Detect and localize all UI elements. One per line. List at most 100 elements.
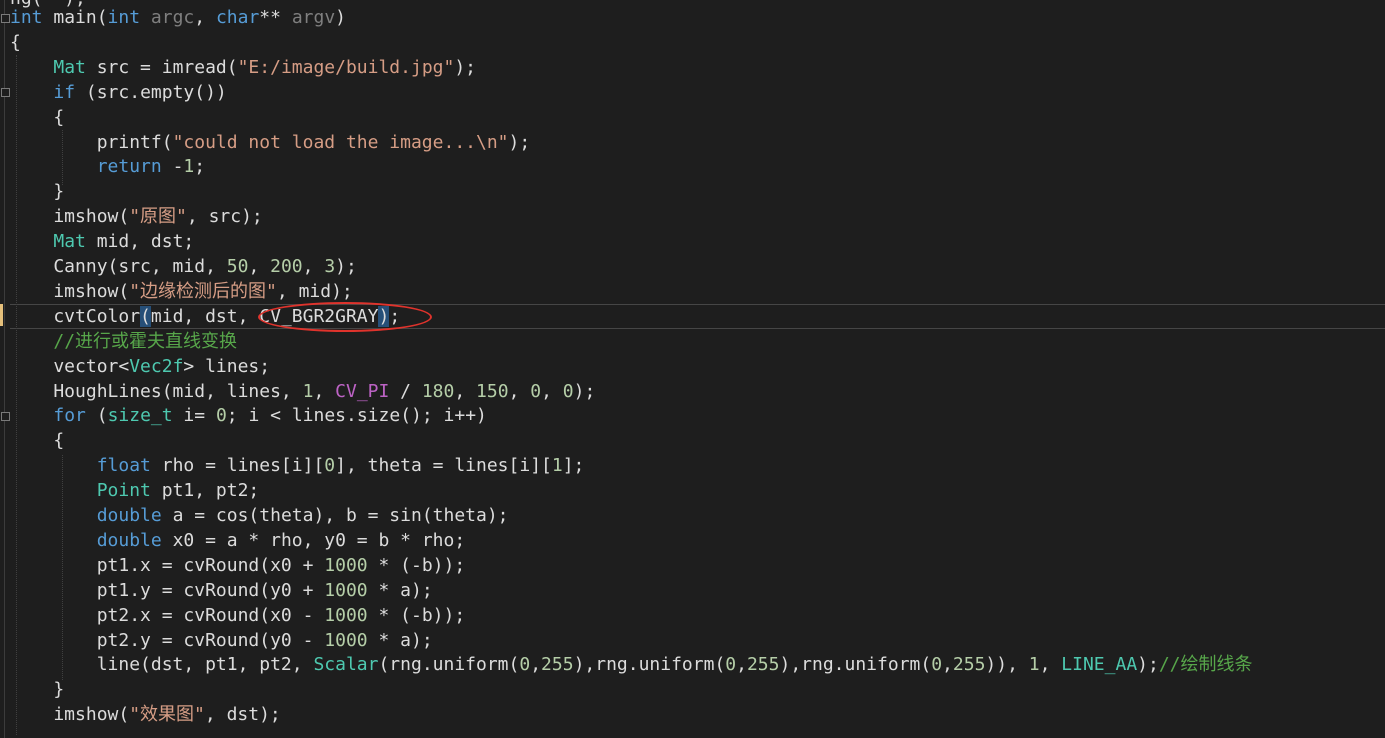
code-token: { <box>10 31 21 53</box>
collapse-marker-main[interactable] <box>1 14 10 23</box>
code-line[interactable]: pt2.x = cvRound(x0 - 1000 * (-b)); <box>10 603 466 628</box>
code-line[interactable]: Mat src = imread("E:/image/build.jpg"); <box>10 55 476 80</box>
code-token: { <box>10 430 65 452</box>
code-token: "效果图" <box>129 704 205 726</box>
code-token: } <box>10 181 65 203</box>
code-token: , <box>313 380 336 402</box>
code-token: (src.empty()) <box>75 81 227 103</box>
code-token: 0 <box>562 380 574 402</box>
code-line[interactable]: Canny(src, mid, 50, 200, 3); <box>10 254 357 279</box>
code-token: ); <box>508 131 531 153</box>
code-token: ( <box>85 405 108 427</box>
code-token: , <box>541 380 563 402</box>
code-token: ),rng.uniform( <box>779 654 932 676</box>
code-token: pt1, pt2; <box>150 480 260 502</box>
code-token: 0 <box>530 380 542 402</box>
code-token: 0 <box>215 405 227 427</box>
code-line[interactable]: printf("could not load the image...\n"); <box>10 130 531 155</box>
code-line[interactable]: pt1.x = cvRound(x0 + 1000 * (-b)); <box>10 553 466 578</box>
code-token: 0 <box>519 654 531 676</box>
code-token: 3 <box>324 256 336 277</box>
collapse-marker-if[interactable] <box>1 88 10 97</box>
code-line[interactable]: return -1; <box>10 154 205 179</box>
code-token: if <box>53 81 76 103</box>
code-token: , <box>1039 654 1062 676</box>
code-token: ]; <box>562 455 585 477</box>
code-token: } <box>10 679 65 701</box>
code-token: //进行或霍夫直线变换 <box>53 330 238 352</box>
code-token: ); <box>454 56 477 78</box>
code-token: argv <box>291 7 336 28</box>
code-token: )), <box>985 654 1029 676</box>
code-token: , <box>736 654 747 676</box>
code-token: , <box>530 654 542 676</box>
code-line[interactable]: pt1.y = cvRound(y0 + 1000 * a); <box>10 578 433 603</box>
code-token: 1000 <box>324 579 368 601</box>
code-line[interactable]: line(dst, pt1, pt2, Scalar(rng.uniform(0… <box>10 652 1253 677</box>
code-line[interactable]: if (src.empty()) <box>10 80 227 105</box>
code-line[interactable]: } <box>10 677 64 702</box>
code-line[interactable]: pt2.y = cvRound(y0 - 1000 * a); <box>10 628 433 653</box>
code-token: int <box>10 7 43 28</box>
code-token: ); <box>335 256 357 277</box>
code-token: 200 <box>270 256 303 277</box>
code-token: , <box>454 380 477 402</box>
code-line[interactable]: double a = cos(theta), b = sin(theta); <box>10 503 509 528</box>
code-token: ),rng.uniform( <box>573 654 726 676</box>
collapse-marker-for[interactable] <box>1 412 10 421</box>
code-token: * a); <box>367 629 433 651</box>
code-token: "E:/image/build.jpg" <box>237 56 455 78</box>
code-line[interactable]: Mat mid, dst; <box>10 229 194 254</box>
indent-guide <box>16 55 17 735</box>
code-line[interactable]: HoughLines(mid, lines, 1, CV_PI / 180, 1… <box>10 379 595 404</box>
outline-bar <box>4 0 5 738</box>
code-text-area[interactable]: ng( ); int main(int argc, char** argv){ … <box>10 0 1385 738</box>
code-line[interactable]: Point pt1, pt2; <box>10 478 260 503</box>
code-line[interactable]: imshow("原图", src); <box>10 204 262 229</box>
code-line[interactable]: float rho = lines[i][0], theta = lines[i… <box>10 453 585 478</box>
editor-gutter <box>0 0 10 738</box>
code-line[interactable]: double x0 = a * rho, y0 = b * rho; <box>10 528 465 553</box>
code-token: vector< <box>10 355 130 377</box>
code-line[interactable]: //进行或霍夫直线变换 <box>10 329 237 354</box>
code-token: ], theta = lines[i][ <box>335 455 552 477</box>
code-token: 1 <box>551 455 563 477</box>
code-line[interactable]: int main(int argc, char** argv) <box>10 5 346 30</box>
code-token: 1000 <box>324 629 368 651</box>
code-token: char <box>215 7 260 28</box>
red-circle-annotation <box>258 302 432 332</box>
code-line[interactable]: for (size_t i= 0; i < lines.size(); i++) <box>10 403 487 428</box>
code-token: a = cos(theta), b = sin(theta); <box>161 505 509 526</box>
code-token: Scalar <box>313 654 379 676</box>
code-token: 1 <box>302 380 314 402</box>
code-token: ; <box>194 156 206 178</box>
code-token: - <box>161 156 184 178</box>
code-token: 1 <box>183 156 195 178</box>
code-line[interactable]: vector<Vec2f> lines; <box>10 354 270 379</box>
code-token: float <box>96 455 151 477</box>
code-token: i= <box>172 405 216 427</box>
code-line[interactable]: } <box>10 179 64 204</box>
code-token: pt1.y = cvRound(y0 + <box>10 579 325 601</box>
code-token: 255 <box>541 654 574 676</box>
code-token: CV_PI <box>335 380 390 402</box>
code-line[interactable]: imshow("边缘检测后的图", mid); <box>10 279 352 304</box>
code-token: x0 = a * rho, y0 = b * rho; <box>161 529 466 551</box>
code-token: Canny(src, mid, <box>10 256 227 277</box>
code-line[interactable]: { <box>10 30 21 55</box>
code-line[interactable]: { <box>10 428 64 453</box>
indent-guide <box>62 130 63 185</box>
code-token: pt1.x = cvRound(x0 + <box>10 554 325 576</box>
code-token: 0 <box>324 455 336 477</box>
code-token: , <box>302 256 325 277</box>
code-token: , dst); <box>204 704 281 726</box>
code-line[interactable]: imshow("效果图", dst); <box>10 702 281 727</box>
code-token: "could not load the image...\n" <box>172 131 509 153</box>
code-line[interactable]: { <box>10 105 64 130</box>
code-editor[interactable]: ng( ); int main(int argc, char** argv){ … <box>0 0 1385 738</box>
code-token: * a); <box>367 579 433 601</box>
code-token: Mat <box>53 231 86 253</box>
code-token: 0 <box>725 654 737 676</box>
code-token: ; i < lines.size(); i++) <box>226 405 487 427</box>
code-token: Point <box>96 480 151 502</box>
